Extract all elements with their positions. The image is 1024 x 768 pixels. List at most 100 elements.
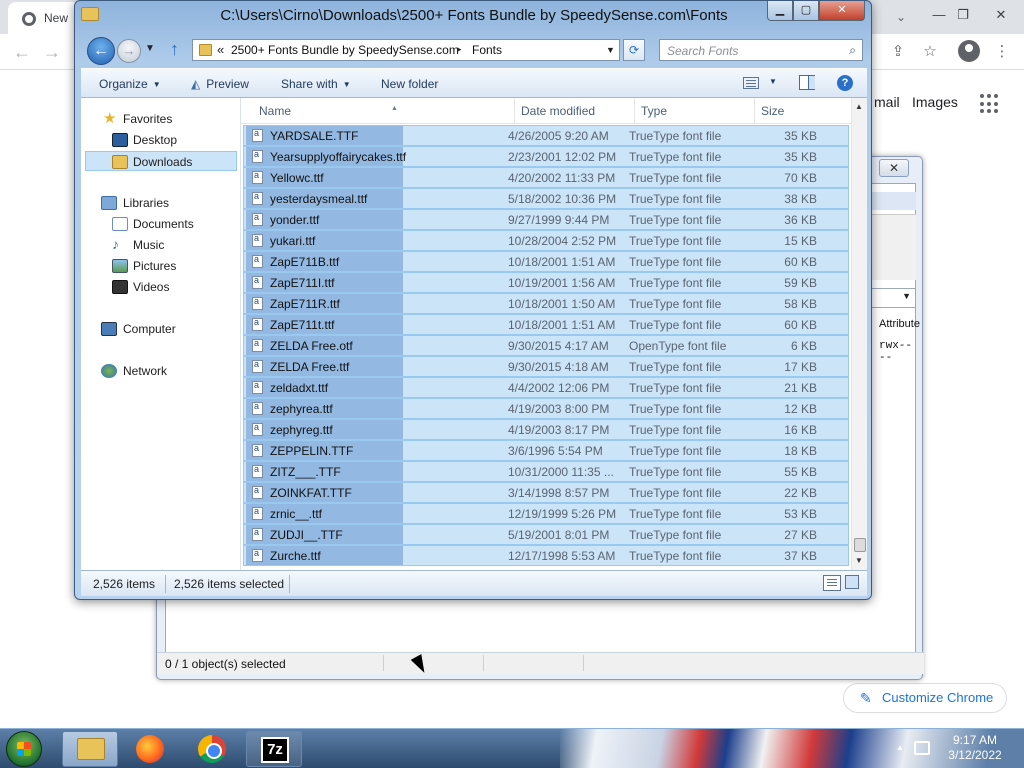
file-size: 21 KB: [784, 381, 817, 395]
nav-computer[interactable]: Computer: [85, 319, 237, 339]
address-dropdown-icon[interactable]: ▼: [606, 45, 615, 55]
images-link[interactable]: Images: [912, 94, 958, 110]
maximize-button[interactable]: ▢: [793, 1, 819, 21]
file-row[interactable]: yukari.ttf 10/28/2004 2:52 PM TrueType fon…: [243, 230, 849, 251]
gmail-link[interactable]: mail: [874, 94, 900, 110]
file-row[interactable]: zeldadxt.ttf 4/4/2002 12:06 PM TrueType fo…: [243, 377, 849, 398]
refresh-button[interactable]: ⟳: [623, 39, 645, 61]
scroll-down-icon[interactable]: ▼: [855, 556, 863, 565]
start-button[interactable]: [6, 731, 42, 767]
nav-downloads[interactable]: Downloads: [85, 151, 237, 171]
font-file-icon: [252, 443, 263, 457]
bookmark-star-icon[interactable]: ☆: [918, 40, 942, 64]
file-row[interactable]: Yearsupplyoffairycakes.ttf 2/23/2001 12:0…: [243, 146, 849, 167]
file-row[interactable]: YARDSALE.TTF 4/26/2005 9:20 AM TrueType fo…: [243, 125, 849, 146]
nav-favorites[interactable]: ★ Favorites: [85, 109, 237, 129]
nav-videos[interactable]: Videos: [85, 277, 237, 297]
star-icon: ★: [103, 110, 117, 127]
file-row[interactable]: ZELDA Free.otf 9/30/2015 4:17 AM OpenType …: [243, 335, 849, 356]
file-name: ZITZ___.TTF: [270, 465, 341, 479]
7zip-close-button[interactable]: ✕: [879, 159, 909, 177]
file-row[interactable]: zrnic__.ttf 12/19/1999 5:26 PM TrueType fo…: [243, 503, 849, 524]
scroll-thumb[interactable]: [854, 538, 866, 552]
taskbar-7zip-button[interactable]: 7z: [246, 731, 302, 767]
file-row[interactable]: Yellowc.ttf 4/20/2002 11:33 PM TrueType fo…: [243, 167, 849, 188]
customize-chrome-button[interactable]: ✎ Customize Chrome: [843, 683, 1007, 713]
taskbar-chrome-button[interactable]: [184, 731, 240, 767]
preview-pane-icon[interactable]: [799, 75, 815, 90]
file-date: 4/26/2005 9:20 AM: [508, 129, 609, 143]
chrome-back-icon[interactable]: ←: [10, 40, 34, 64]
google-apps-icon[interactable]: [980, 94, 1000, 114]
details-view-icon[interactable]: [823, 575, 841, 591]
show-hidden-icons-icon[interactable]: ▲: [896, 743, 904, 752]
recent-pages-chevron-icon[interactable]: ▼: [145, 43, 155, 54]
chrome-restore-icon[interactable]: ❐: [948, 2, 978, 28]
system-clock[interactable]: 9:17 AM 3/12/2022: [940, 733, 1010, 763]
nav-pictures[interactable]: Pictures: [85, 256, 237, 276]
change-view-icon[interactable]: [743, 77, 759, 89]
file-row[interactable]: yesterdaysmeal.ttf 5/18/2002 10:36 PM True…: [243, 188, 849, 209]
chrome-menu-icon[interactable]: ⋮: [990, 40, 1014, 64]
nav-network[interactable]: Network: [85, 361, 237, 381]
share-with-button[interactable]: Share with ▼: [281, 77, 351, 91]
tab-search-chevron-icon[interactable]: ⌄: [890, 6, 912, 28]
chrome-close-icon[interactable]: ✕: [986, 2, 1016, 28]
close-button[interactable]: ✕: [819, 1, 865, 21]
share-icon[interactable]: ⇪: [886, 40, 910, 64]
file-row[interactable]: ZITZ___.TTF 10/31/2000 11:35 ... TrueType …: [243, 461, 849, 482]
search-icon[interactable]: ⌕: [849, 43, 856, 58]
breadcrumb-overflow[interactable]: «: [217, 42, 224, 57]
minimize-button[interactable]: ▁: [767, 1, 793, 21]
7zip-combo-box[interactable]: ▼: [866, 288, 916, 308]
help-icon[interactable]: ?: [837, 75, 853, 91]
file-row[interactable]: zephyreg.ttf 4/19/2003 8:17 PM TrueType fo…: [243, 419, 849, 440]
file-row[interactable]: ZELDA Free.ttf 9/30/2015 4:18 AM TrueType …: [243, 356, 849, 377]
file-row[interactable]: zephyrea.ttf 4/19/2003 8:00 PM TrueType fo…: [243, 398, 849, 419]
file-type: TrueType font file: [629, 444, 722, 458]
chrome-forward-icon[interactable]: →: [40, 40, 64, 64]
file-row[interactable]: Zurche.ttf 12/17/1998 5:53 AM TrueType fon…: [243, 545, 849, 566]
column-type[interactable]: Type: [635, 98, 755, 124]
file-size: 37 KB: [784, 549, 817, 563]
file-name: zrnic__.ttf: [270, 507, 323, 521]
large-icons-view-icon[interactable]: [845, 575, 859, 589]
file-row[interactable]: ZEPPELIN.TTF 3/6/1996 5:54 PM TrueType fon…: [243, 440, 849, 461]
column-size[interactable]: Size: [755, 98, 835, 124]
breadcrumb-separator[interactable]: ▸: [457, 44, 462, 55]
file-row[interactable]: ZOINKFAT.TTF 3/14/1998 8:57 PM TrueType fo…: [243, 482, 849, 503]
profile-avatar-icon[interactable]: [958, 40, 980, 62]
forward-button[interactable]: →: [117, 39, 141, 63]
clock-date: 3/12/2022: [948, 748, 1002, 762]
back-button[interactable]: ←: [87, 37, 115, 65]
new-folder-button[interactable]: New folder: [381, 77, 438, 91]
file-type: TrueType font file: [629, 318, 722, 332]
organize-button[interactable]: Organize ▼: [99, 77, 161, 91]
up-arrow-icon[interactable]: ↑: [170, 39, 179, 60]
breadcrumb-fonts[interactable]: Fonts: [472, 43, 502, 57]
nav-libraries[interactable]: Libraries: [85, 193, 237, 213]
chevron-down-icon: ▼: [152, 80, 161, 89]
window-title: C:\Users\Cirno\Downloads\2500+ Fonts Bun…: [220, 7, 728, 24]
column-date[interactable]: Date modified: [515, 98, 635, 124]
file-row[interactable]: ZapE711t.ttf 10/18/2001 1:51 AM TrueType f…: [243, 314, 849, 335]
nav-desktop[interactable]: Desktop: [85, 130, 237, 150]
file-row[interactable]: yonder.ttf 9/27/1999 9:44 PM TrueType font…: [243, 209, 849, 230]
vertical-scrollbar[interactable]: ▲ ▼: [851, 98, 867, 570]
nav-documents[interactable]: Documents: [85, 214, 237, 234]
scroll-up-icon[interactable]: ▲: [855, 102, 863, 111]
taskbar-firefox-button[interactable]: [122, 731, 178, 767]
breadcrumb-bundle[interactable]: 2500+ Fonts Bundle by SpeedySense.com: [231, 43, 459, 57]
network-tray-icon[interactable]: [914, 741, 930, 755]
view-options-chevron-icon[interactable]: ▼: [769, 77, 777, 86]
file-row[interactable]: ZapE711I.ttf 10/19/2001 1:56 AM TrueType f…: [243, 272, 849, 293]
file-row[interactable]: ZapE711B.ttf 10/18/2001 1:51 AM TrueType f…: [243, 251, 849, 272]
file-row[interactable]: ZUDJI__.TTF 5/19/2001 8:01 PM TrueType fon…: [243, 524, 849, 545]
preview-button[interactable]: ◭ Preview: [191, 77, 249, 91]
file-row[interactable]: ZapE711R.ttf 10/18/2001 1:50 AM TrueType f…: [243, 293, 849, 314]
column-name[interactable]: Name ▲: [253, 98, 515, 124]
nav-music[interactable]: ♪ Music: [85, 235, 237, 255]
taskbar-explorer-button[interactable]: [62, 731, 118, 767]
search-input[interactable]: Search Fonts ⌕: [659, 39, 863, 61]
address-bar[interactable]: « 2500+ Fonts Bundle by SpeedySense.com …: [192, 39, 620, 61]
